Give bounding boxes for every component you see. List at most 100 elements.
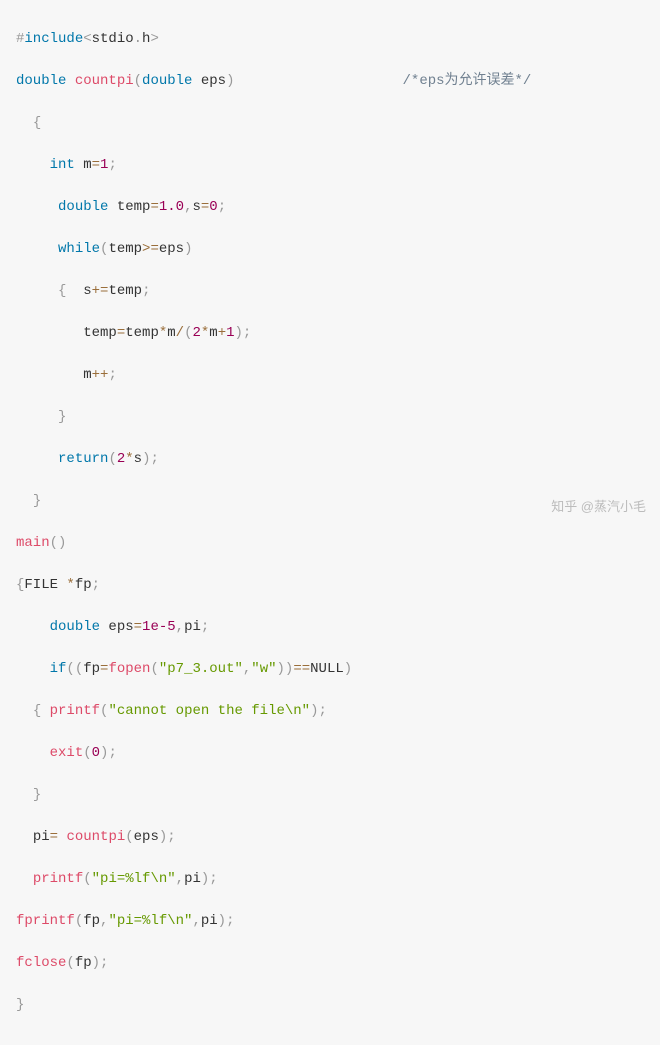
token: double xyxy=(16,73,66,89)
token: ; xyxy=(226,913,234,929)
code-line: fclose(fp); xyxy=(16,953,660,974)
token xyxy=(16,619,50,635)
token: += xyxy=(92,283,109,299)
token: s xyxy=(134,451,142,467)
token: fopen xyxy=(108,661,150,677)
token: ) xyxy=(310,703,318,719)
token: exit xyxy=(50,745,84,761)
token: m xyxy=(83,367,91,383)
code-line: { s+=temp; xyxy=(16,281,660,302)
token: 1.0 xyxy=(159,199,184,215)
token: , xyxy=(192,913,200,929)
token xyxy=(16,661,50,677)
token: printf xyxy=(50,703,100,719)
token: pi xyxy=(201,913,218,929)
token: "p7_3.out" xyxy=(159,661,243,677)
token: "cannot open the file\n" xyxy=(108,703,310,719)
code-line: double eps=1e-5,pi; xyxy=(16,617,660,638)
code-line: double countpi(double eps) /*eps为允许误差*/ xyxy=(16,71,660,92)
token: ) xyxy=(100,745,108,761)
code-line: main() xyxy=(16,533,660,554)
token: = xyxy=(92,157,100,173)
code-line: exit(0); xyxy=(16,743,660,764)
token: countpi xyxy=(66,829,125,845)
code-line: } xyxy=(16,491,660,512)
token: fp xyxy=(75,955,92,971)
token: ( xyxy=(50,535,58,551)
token: pi xyxy=(184,619,201,635)
token: ; xyxy=(108,157,116,173)
token: double xyxy=(50,619,100,635)
token: ) xyxy=(201,871,209,887)
token: { xyxy=(33,115,41,131)
token: 0 xyxy=(209,199,217,215)
token: / xyxy=(176,325,184,341)
token: temp xyxy=(125,325,159,341)
token: , xyxy=(100,913,108,929)
token: { xyxy=(33,703,41,719)
token: 1e-5 xyxy=(142,619,176,635)
token: ; xyxy=(108,367,116,383)
token: } xyxy=(58,409,66,425)
token: ) xyxy=(58,535,66,551)
token: } xyxy=(33,787,41,803)
code-line: return(2*s); xyxy=(16,449,660,470)
token: { xyxy=(16,577,24,593)
code-line: fprintf(fp,"pi=%lf\n",pi); xyxy=(16,911,660,932)
token: * xyxy=(125,451,133,467)
token: ; xyxy=(201,619,209,635)
token: ( xyxy=(150,661,158,677)
code-line: pi= countpi(eps); xyxy=(16,827,660,848)
token: ( xyxy=(83,871,91,887)
token: main xyxy=(16,535,50,551)
code-line: } xyxy=(16,407,660,428)
token: m xyxy=(209,325,217,341)
token: = xyxy=(100,661,108,677)
token: 1 xyxy=(226,325,234,341)
code-line: } xyxy=(16,785,660,806)
token: ) xyxy=(184,241,192,257)
token: == xyxy=(293,661,310,677)
token: return xyxy=(58,451,108,467)
token: ; xyxy=(142,283,150,299)
token: , xyxy=(176,871,184,887)
token: include xyxy=(24,31,83,47)
token: ) xyxy=(92,955,100,971)
token: ( xyxy=(125,829,133,845)
token xyxy=(16,199,58,215)
token xyxy=(16,325,83,341)
token: ( xyxy=(75,661,83,677)
code-line: int m=1; xyxy=(16,155,660,176)
token: fprintf xyxy=(16,913,75,929)
code-line: m++; xyxy=(16,365,660,386)
token: ; xyxy=(243,325,251,341)
token: while xyxy=(58,241,100,257)
token: } xyxy=(16,997,24,1013)
token: countpi xyxy=(75,73,134,89)
code-line: temp=temp*m/(2*m+1); xyxy=(16,323,660,344)
token: = xyxy=(134,619,142,635)
token xyxy=(41,703,49,719)
token: if xyxy=(50,661,67,677)
token: m xyxy=(75,157,92,173)
token: , xyxy=(243,661,251,677)
code-line: #include<stdio.h> xyxy=(16,29,660,50)
token: 0 xyxy=(92,745,100,761)
token: ) xyxy=(159,829,167,845)
token: eps xyxy=(100,619,134,635)
token: * xyxy=(66,577,74,593)
token: ) xyxy=(277,661,285,677)
token: >= xyxy=(142,241,159,257)
token: NULL xyxy=(310,661,344,677)
token xyxy=(58,829,66,845)
token: fp xyxy=(83,661,100,677)
token: printf xyxy=(33,871,83,887)
token: "w" xyxy=(251,661,276,677)
token: "pi=%lf\n" xyxy=(92,871,176,887)
token: ) xyxy=(285,661,293,677)
token xyxy=(16,493,33,509)
token: temp xyxy=(83,325,117,341)
code-block: #include<stdio.h> double countpi(double … xyxy=(0,0,660,1045)
token: ; xyxy=(209,871,217,887)
token: ; xyxy=(100,955,108,971)
